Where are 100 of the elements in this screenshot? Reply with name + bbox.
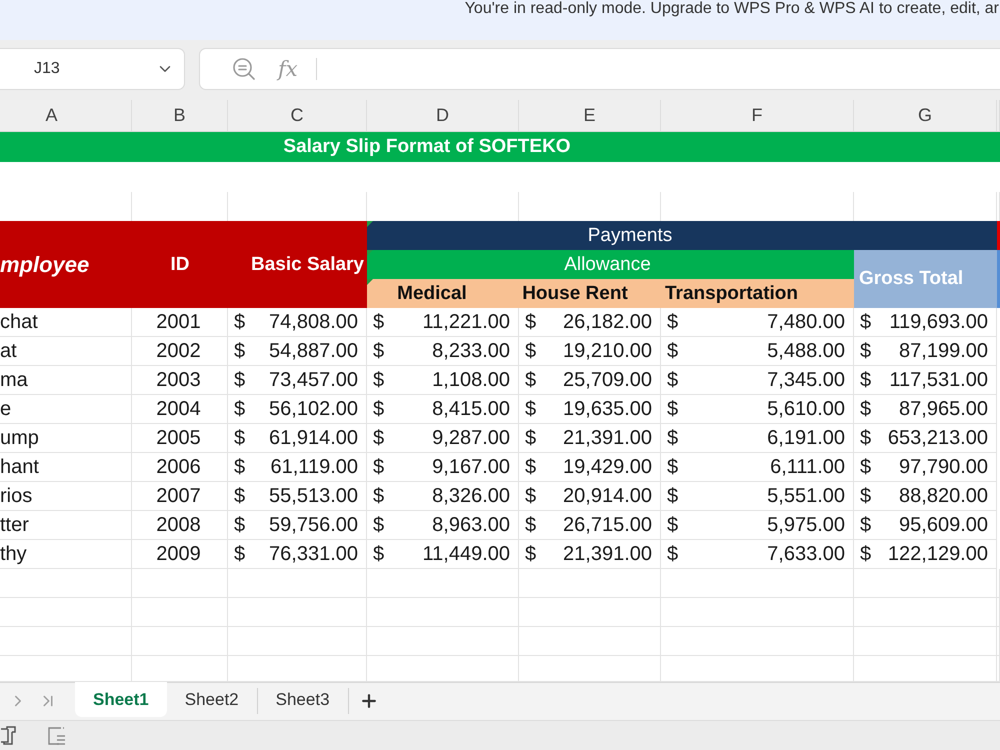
amount-value: 74,808.00	[269, 310, 358, 334]
amount-value: 5,975.00	[767, 514, 845, 536]
currency-symbol: $	[234, 426, 246, 450]
amount-value: 76,331.00	[269, 542, 358, 566]
currency-symbol: $	[373, 426, 384, 450]
currency-symbol: $	[525, 484, 536, 508]
empty-cell[interactable]	[0, 627, 132, 656]
column-header[interactable]: C	[228, 100, 367, 132]
amount-value: 73,457.00	[269, 368, 358, 392]
header-label: Transportation	[665, 282, 798, 304]
employee-name: thy	[0, 542, 27, 566]
empty-cell[interactable]	[519, 569, 661, 598]
employee-name: hant	[0, 456, 39, 478]
zoom-icon[interactable]	[232, 57, 256, 81]
amount-value: 87,965.00	[899, 398, 988, 420]
sheet-tab[interactable]: Sheet1	[75, 682, 167, 717]
amount-value: 97,790.00	[899, 456, 988, 478]
amount-value: 7,633.00	[767, 542, 845, 566]
empty-cell[interactable]	[661, 598, 854, 627]
amount-value: 19,635.00	[563, 398, 652, 420]
triangle-marker-icon	[367, 221, 373, 227]
column-header[interactable]: E	[519, 100, 661, 132]
currency-symbol: $	[525, 340, 536, 362]
employee-id: 2009	[156, 542, 201, 566]
employee-id: 2002	[156, 340, 201, 362]
currency-symbol: $	[860, 340, 872, 362]
empty-cell[interactable]	[519, 627, 661, 656]
currency-symbol: $	[373, 310, 384, 334]
currency-symbol: $	[860, 426, 872, 450]
amount-value: 9,167.00	[432, 456, 510, 478]
page-lines-icon[interactable]	[47, 726, 67, 746]
column-header[interactable]: D	[367, 100, 519, 132]
currency-symbol: $	[667, 426, 678, 450]
amount-value: 88,820.00	[899, 484, 988, 508]
empty-cell[interactable]	[132, 598, 228, 627]
employee-id: 2004	[156, 398, 201, 420]
currency-symbol: $	[234, 310, 246, 334]
empty-cell[interactable]	[228, 627, 367, 656]
empty-cell[interactable]	[661, 569, 854, 598]
header-label: Allowance	[564, 254, 651, 276]
amount-value: 117,531.00	[889, 368, 988, 392]
currency-symbol: $	[667, 340, 678, 362]
column-header[interactable]: A	[0, 100, 132, 132]
currency-symbol: $	[667, 398, 678, 420]
currency-symbol: $	[860, 398, 872, 420]
empty-cell[interactable]	[0, 569, 132, 598]
currency-symbol: $	[860, 368, 872, 392]
amount-value: 19,429.00	[563, 456, 652, 478]
currency-symbol: $	[234, 398, 246, 420]
header-label: ID	[170, 254, 190, 276]
employee-name: ma	[0, 368, 28, 392]
currency-symbol: $	[525, 398, 536, 420]
currency-symbol: $	[373, 456, 384, 478]
currency-symbol: $	[234, 340, 246, 362]
name-box[interactable]: J13	[0, 48, 185, 90]
amount-value: 653,213.00	[888, 426, 988, 450]
amount-value: 20,914.00	[563, 484, 652, 508]
empty-cell[interactable]	[367, 627, 519, 656]
empty-cell[interactable]	[228, 598, 367, 627]
amount-value: 26,182.00	[563, 310, 652, 334]
employee-name: rios	[0, 484, 32, 508]
sheet-tab[interactable]: Sheet2	[166, 682, 257, 717]
empty-cell[interactable]	[519, 598, 661, 627]
employee-name: tter	[0, 514, 29, 536]
amount-value: 8,415.00	[432, 398, 510, 420]
currency-symbol: $	[525, 542, 536, 566]
currency-symbol: $	[373, 484, 384, 508]
empty-cell[interactable]	[132, 569, 228, 598]
sheet-title: Salary Slip Format of SOFTEKO	[283, 136, 571, 158]
sheet-tab[interactable]: Sheet3	[258, 682, 348, 717]
empty-cell[interactable]	[661, 627, 854, 656]
column-header[interactable]: F	[661, 100, 854, 132]
empty-cell[interactable]	[854, 598, 997, 627]
column-header[interactable]: B	[132, 100, 228, 132]
amount-value: 55,513.00	[269, 484, 358, 508]
empty-cell[interactable]	[132, 627, 228, 656]
amount-value: 5,551.00	[767, 484, 845, 508]
currency-symbol: $	[860, 456, 872, 478]
employee-name: chat	[0, 310, 38, 334]
currency-symbol: $	[525, 456, 536, 478]
empty-cell[interactable]	[854, 569, 997, 598]
currency-symbol: $	[525, 310, 536, 334]
empty-cell[interactable]	[367, 569, 519, 598]
empty-cell[interactable]	[854, 627, 997, 656]
header-label: Gross Total	[859, 268, 964, 290]
empty-cell[interactable]	[228, 569, 367, 598]
column-header[interactable]: G	[854, 100, 997, 132]
amount-value: 54,887.00	[269, 340, 358, 362]
triangle-marker-icon	[367, 250, 373, 256]
employee-id: 2006	[156, 456, 201, 478]
amount-value: 8,233.00	[432, 340, 510, 362]
empty-cell[interactable]	[367, 598, 519, 627]
amount-value: 6,191.00	[767, 426, 845, 450]
employee-id: 2001	[156, 310, 201, 334]
employee-name: ump	[0, 426, 39, 450]
currency-symbol: $	[234, 542, 246, 566]
amount-value: 61,914.00	[269, 426, 358, 450]
currency-symbol: $	[234, 484, 246, 508]
empty-cell[interactable]	[0, 598, 132, 627]
employee-id: 2007	[156, 484, 201, 508]
